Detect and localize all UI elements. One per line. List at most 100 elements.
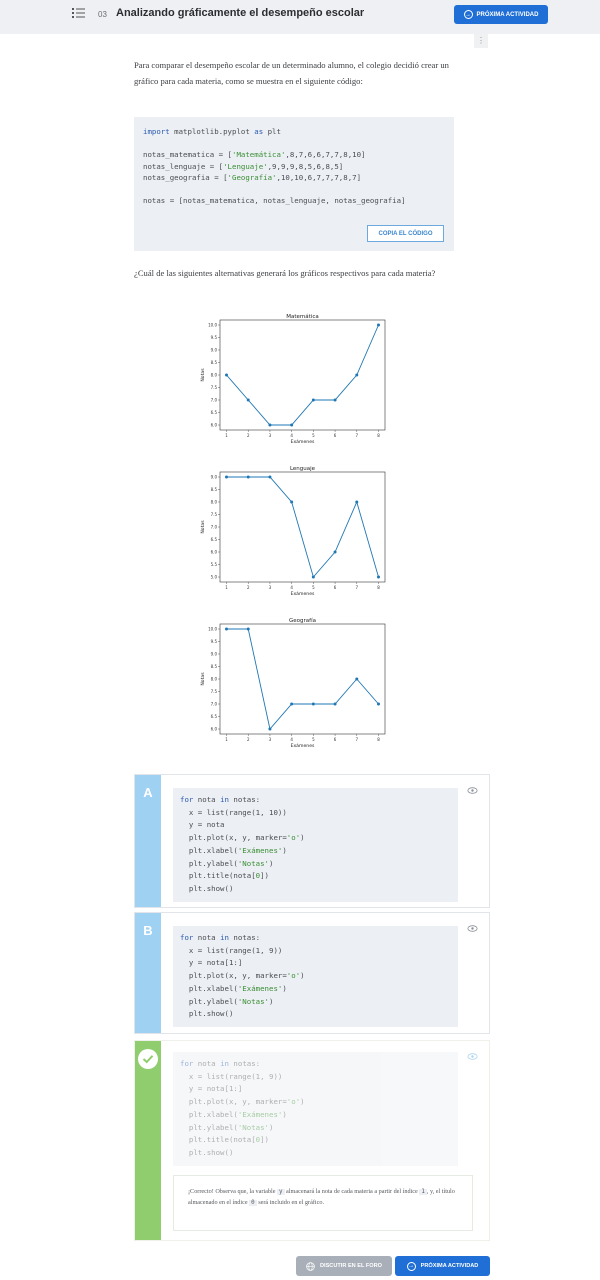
x-tick-label: 7 xyxy=(356,585,359,590)
code-line: plt.ylabel('Notas') xyxy=(180,858,451,871)
feedback-message: ¡Correcto! Observa que, la variable y al… xyxy=(173,1175,473,1231)
x-tick-label: 8 xyxy=(377,585,380,590)
y-tick-label: 7.5 xyxy=(211,689,218,694)
x-tick-label: 3 xyxy=(269,433,272,438)
x-axis-label: Exámenes xyxy=(291,438,315,445)
data-point xyxy=(355,373,359,377)
eye-icon[interactable] xyxy=(467,925,478,932)
code-line: y = nota[1:] xyxy=(180,1083,451,1096)
code-token: y = nota[1:] xyxy=(180,958,243,968)
code-line: plt.xlabel('Exámenes') xyxy=(180,983,451,996)
code-line: x = list(range(1, 10)) xyxy=(180,807,451,820)
data-point xyxy=(225,373,229,377)
option-b[interactable]: B for nota in notas: x = list(range(1, 9… xyxy=(134,912,490,1034)
x-tick-label: 1 xyxy=(225,433,228,438)
y-tick-label: 8.0 xyxy=(211,677,218,682)
code-content: import matplotlib.pyplot as plt notas_ma… xyxy=(143,126,406,207)
y-tick-label: 9.0 xyxy=(211,348,218,353)
code-token: plt.title(nota[ xyxy=(180,1135,256,1145)
code-line: plt.xlabel('Exámenes') xyxy=(180,1109,451,1122)
code-token: plt.show() xyxy=(180,1009,234,1019)
data-point xyxy=(333,398,337,402)
code-token: plt.ylabel( xyxy=(180,858,238,868)
data-point xyxy=(311,398,315,402)
chart-matematica: Matemática 6.0 6.5 7.0 7.5 8.0 8.5 9.0 9.5 10.0 1 2… xyxy=(198,310,388,450)
code-token: 'Matemática' xyxy=(232,150,286,159)
code-token: nota xyxy=(193,795,221,804)
chart-svg: Matemática 6.0 6.5 7.0 7.5 8.0 8.5 9.0 9.5 10.0 1 2… xyxy=(200,313,386,445)
code-token: ) xyxy=(282,1109,287,1119)
y-tick-label: 9.5 xyxy=(211,335,218,340)
code-token: 'Exámenes' xyxy=(237,983,283,993)
x-tick-label: 1 xyxy=(225,737,228,742)
data-point xyxy=(225,475,229,479)
code-token: x = list(range(1, 10)) xyxy=(180,807,287,817)
check-icon xyxy=(138,1049,158,1069)
x-tick-label: 4 xyxy=(290,585,293,590)
y-tick-label: 6.0 xyxy=(211,727,218,732)
x-tick-label: 8 xyxy=(377,433,380,438)
x-tick-label: 2 xyxy=(247,585,250,590)
option-a[interactable]: A for nota in notas: x = list(range(1, 1… xyxy=(134,774,490,908)
data-point xyxy=(355,500,359,504)
copy-code-button[interactable]: COPIA EL CÓDIGO xyxy=(367,225,444,242)
data-point xyxy=(311,702,315,706)
code-token: in xyxy=(220,1059,229,1068)
feedback-text: será incluido en el gráfico. xyxy=(256,1198,325,1206)
code-line: for nota in notas: xyxy=(180,1058,451,1071)
code-token: as xyxy=(254,127,264,136)
code-token: ) xyxy=(269,996,274,1006)
list-menu-icon[interactable] xyxy=(72,7,86,19)
code-token: notas_lenguaje = [ xyxy=(143,161,224,171)
x-axis-label: Exámenes xyxy=(291,590,315,597)
y-tick-label: 8.0 xyxy=(211,373,218,378)
question-text: ¿Cuál de las siguientes alternativas gen… xyxy=(134,268,436,278)
option-code-lines: for nota in notas: x = list(range(1, 9))… xyxy=(180,932,451,1021)
code-line: plt.plot(x, y, marker='o') xyxy=(180,1096,451,1109)
eye-icon[interactable] xyxy=(467,1053,478,1060)
y-tick-label: 8.5 xyxy=(211,360,218,365)
next-activity-button-bottom[interactable]: → PRÓXIMA ACTIVIDAD xyxy=(395,1256,490,1276)
arrow-right-icon: → xyxy=(463,10,473,19)
code-token: 'o' xyxy=(286,1097,301,1107)
y-tick-label: 8.5 xyxy=(211,487,218,492)
code-token: notas: xyxy=(228,795,261,804)
code-line: plt.show() xyxy=(180,1147,451,1160)
page-title: Analizando gráficamente el desempeño esc… xyxy=(116,7,365,19)
code-token: notas = [notas_matematica, notas_lenguaj… xyxy=(143,196,406,205)
feedback-text: ¡Correcto! Observa que, la variable xyxy=(188,1188,277,1195)
code-block: import matplotlib.pyplot as plt notas_ma… xyxy=(134,117,454,251)
code-token: plt.ylabel( xyxy=(180,1122,238,1132)
more-options-icon[interactable]: ⋮ xyxy=(474,34,488,48)
next-activity-button-top[interactable]: → PRÓXIMA ACTIVIDAD xyxy=(454,5,548,24)
x-tick-label: 5 xyxy=(312,585,315,590)
y-tick-label: 7.0 xyxy=(211,525,218,530)
intro-text: Para comparar el desempeño escolar de un… xyxy=(134,60,449,86)
y-tick-label: 10.0 xyxy=(208,323,217,328)
data-point xyxy=(268,423,272,427)
code-line: y = nota[1:] xyxy=(180,957,451,970)
y-axis-label: Notas xyxy=(200,368,206,382)
x-tick-label: 3 xyxy=(269,585,272,590)
data-point xyxy=(268,475,272,479)
code-token: plt.xlabel( xyxy=(180,1109,238,1119)
y-tick-label: 8.0 xyxy=(211,500,218,505)
code-token: 'Lenguaje' xyxy=(223,161,268,171)
code-token: plt.show() xyxy=(180,1147,234,1157)
code-token: plt.xlabel( xyxy=(180,983,238,993)
code-token: plt.plot(x, y, marker= xyxy=(180,1097,287,1107)
code-token: notas_matematica = [ xyxy=(143,150,232,159)
code-token: 'Exámenes' xyxy=(237,1109,283,1119)
code-token: notas_geografia = [ xyxy=(143,173,228,182)
correct-bar xyxy=(135,1041,161,1240)
discuss-forum-button[interactable]: DISCUTIR EN EL FORO xyxy=(296,1256,392,1276)
inline-code: y xyxy=(277,1189,285,1195)
data-point xyxy=(246,475,250,479)
code-token: 'Exámenes' xyxy=(237,845,283,855)
code-token: ]) xyxy=(260,871,270,881)
discuss-forum-label: DISCUTIR EN EL FORO xyxy=(319,1263,383,1269)
x-tick-label: 1 xyxy=(225,585,228,590)
option-c-correct[interactable]: for nota in notas: x = list(range(1, 9))… xyxy=(134,1040,490,1241)
eye-icon[interactable] xyxy=(467,787,478,794)
code-token: plt xyxy=(263,127,281,136)
